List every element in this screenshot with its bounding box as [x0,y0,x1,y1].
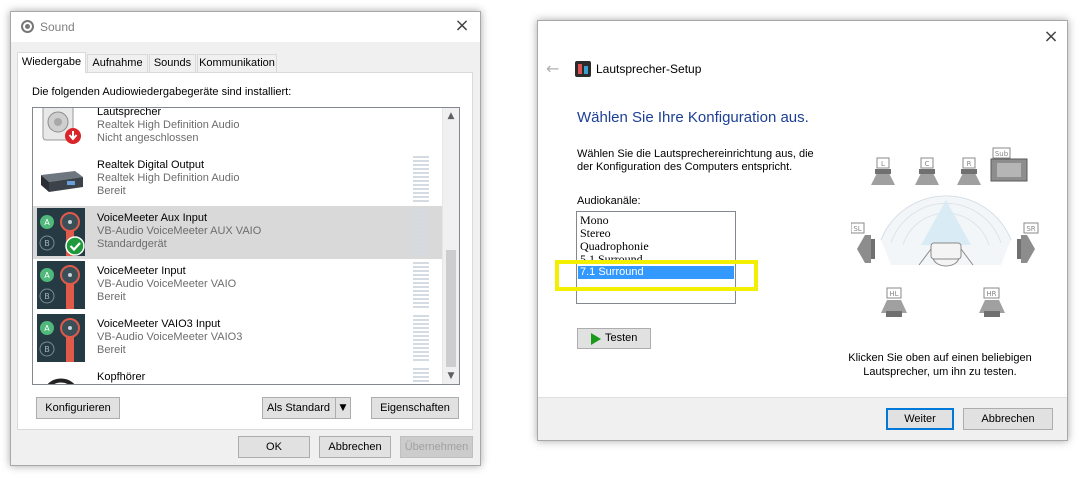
device-driver: Realtek High Definition Audio [97,172,240,184]
device-name: Realtek Digital Output [97,159,204,171]
title-bar: Sound × [11,12,480,42]
hint-line: Lautsprecher, um ihn zu testen. [863,366,1017,378]
digital-output-icon [41,171,83,192]
voicemeeter-icon: A B [37,261,85,309]
list-item[interactable]: A B VoiceMeeter Aux Input VB-Audio Voice… [33,206,443,259]
properties-button[interactable]: Eigenschaften [371,397,459,419]
hint-text: Klicken Sie oben auf einen beliebigen La… [835,351,1045,379]
speaker-label: Sub [995,150,1009,158]
page-title: Wählen Sie Ihre Konfiguration aus. [577,109,809,126]
highlight-annotation [555,260,758,291]
device-name: VoiceMeeter Input [97,265,186,277]
next-button[interactable]: Weiter [886,408,954,430]
svg-text:B: B [44,345,50,354]
device-name: Lautsprecher [97,107,162,118]
speaker-label: C [925,160,930,168]
list-item[interactable]: A B VoiceMeeter Input VB-Audio VoiceMeet… [33,259,443,312]
playback-panel: Die folgenden Audiowiedergabegeräte sind… [17,72,473,430]
device-name: Kopfhörer [97,371,146,383]
speaker-label: R [967,160,972,168]
cancel-button[interactable]: Abbrechen [963,408,1053,430]
svg-text:B: B [44,292,50,301]
device-status: Bereit [97,185,126,197]
list-item[interactable]: Lautsprecher Realtek High Definition Aud… [33,107,443,153]
svg-text:B: B [44,239,50,248]
speaker-label: SL [853,225,861,233]
headphones-icon [47,378,75,384]
device-status: Bereit [97,291,126,303]
speaker-label: SR [1026,225,1035,233]
cancel-button[interactable]: Abbrechen [319,436,391,458]
level-meter [413,262,429,309]
play-icon [591,333,601,345]
speaker-setup-wizard: × ← Lautsprecher-Setup Wählen Sie Ihre K… [537,20,1068,441]
list-item[interactable]: Realtek Digital Output Realtek High Defi… [33,153,443,206]
device-name: VoiceMeeter VAIO3 Input [97,318,221,330]
test-label: Testen [605,332,638,344]
speaker-label: HR [986,290,996,298]
description-line: der Konfiguration des Computers entspric… [577,161,793,173]
wizard-title: Lautsprecher-Setup [596,62,702,76]
channels-label: Audiokanäle: [577,195,641,207]
level-meter [413,315,429,362]
speaker-label: L [881,160,885,168]
speaker-label: HL [889,290,898,298]
set-default-button[interactable]: Als Standard ▼ [262,397,351,419]
list-scrollbar[interactable]: ▲ ▼ [442,108,459,384]
scroll-up-icon[interactable]: ▲ [443,108,459,124]
panel-caption: Die folgenden Audiowiedergabegeräte sind… [32,86,292,98]
tab-aufnahme[interactable]: Aufnahme [87,54,148,72]
description-line: Wählen Sie die Lautsprechereinrichtung a… [577,148,814,160]
back-arrow-icon[interactable]: ← [546,59,559,78]
svg-text:A: A [44,271,50,280]
configure-button[interactable]: Konfigurieren [36,397,120,419]
description: Wählen Sie die Lautsprechereinrichtung a… [577,148,847,174]
device-driver: VB-Audio VoiceMeeter VAIO [97,278,237,290]
device-driver: VB-Audio VoiceMeeter VAIO3 [97,331,243,343]
level-meter [413,156,429,203]
close-icon[interactable]: × [452,16,472,36]
hint-line: Klicken Sie oben auf einen beliebigen [848,352,1032,364]
level-meter [413,209,429,256]
voicemeeter-default-icon: A B [37,208,85,256]
wizard-footer: Weiter Abbrechen [538,397,1067,440]
svg-text:A: A [44,218,50,227]
window-title: Sound [40,20,75,34]
device-list[interactable]: Lautsprecher Realtek High Definition Aud… [32,107,460,385]
tab-kommunikation[interactable]: Kommunikation [197,54,277,72]
set-default-label: Als Standard [267,402,330,414]
apply-button[interactable]: Übernehmen [400,436,473,458]
device-status: Bereit [97,344,126,356]
svg-text:A: A [44,324,50,333]
speaker-layout-diagram: L C R Sub SL SR HL HR [851,147,1039,317]
level-meter [413,368,429,384]
device-status: Nicht angeschlossen [97,132,199,144]
speaker-disconnected-icon [42,108,81,144]
device-driver: Realtek High Definition Audio [97,119,240,131]
voicemeeter-icon: A B [37,314,85,362]
test-button[interactable]: Testen [577,328,651,349]
scroll-thumb[interactable] [446,250,456,367]
speaker-setup-icon [575,61,591,77]
device-status: Standardgerät [97,238,167,250]
speaker-app-icon [21,20,34,33]
device-driver: VB-Audio VoiceMeeter AUX VAIO [97,225,262,237]
chevron-down-icon[interactable]: ▼ [335,398,350,418]
list-item[interactable]: Kopfhörer [33,365,443,384]
list-item[interactable]: A B VoiceMeeter VAIO3 Input VB-Audio Voi… [33,312,443,365]
tab-wiedergabe[interactable]: Wiedergabe [17,52,86,73]
device-name: VoiceMeeter Aux Input [97,212,208,224]
close-icon[interactable]: × [1041,27,1061,47]
ok-button[interactable]: OK [238,436,310,458]
sound-dialog: Sound × Wiedergabe Aufnahme Sounds Kommu… [10,11,481,466]
scroll-down-icon[interactable]: ▼ [443,368,459,384]
tab-sounds[interactable]: Sounds [149,54,196,72]
